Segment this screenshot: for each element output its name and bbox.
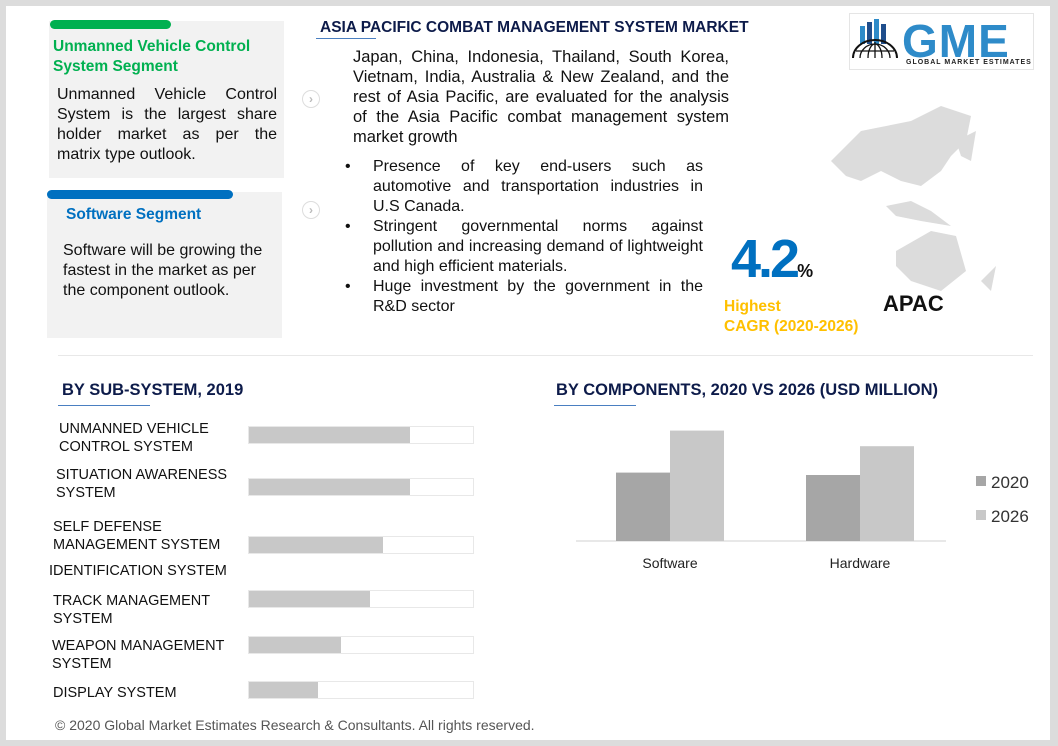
legend-swatch — [976, 476, 986, 486]
region-label: APAC — [883, 291, 944, 316]
subsystem-bar-track — [248, 426, 474, 444]
components-chart: Software Hardware 2020 2026 — [576, 430, 1029, 571]
chevron-right-icon: › — [302, 90, 320, 108]
segment-accent-bar — [47, 190, 233, 199]
subsystem-bar-track — [248, 536, 474, 554]
cagr-unit: % — [797, 261, 814, 281]
bullet-item: Huge investment by the government in the… — [341, 277, 703, 317]
cagr-number: 4.2 — [731, 229, 800, 289]
divider — [58, 405, 150, 406]
divider — [316, 38, 376, 39]
subsystem-bar — [249, 537, 384, 553]
bar-2026-software — [670, 430, 724, 541]
section-divider — [58, 355, 1033, 356]
subsystem-label: SITUATION AWARENESS SYSTEM — [56, 467, 228, 501]
segment-title: Software Segment — [66, 206, 202, 223]
subsystem-label: IDENTIFICATION SYSTEM — [49, 563, 227, 579]
main-title: ASIA PACIFIC COMBAT MANAGEMENT SYSTEM MA… — [320, 19, 749, 36]
subsystem-bar-track — [248, 681, 474, 699]
subsystem-bar — [249, 591, 370, 607]
footer: © 2020 Global Market Estimates Research … — [55, 717, 535, 733]
subsystem-chart-title: BY SUB-SYSTEM, 2019 — [62, 381, 244, 399]
segment-text: Software will be growing the fastest in … — [63, 242, 263, 299]
main-intro: Japan, China, Indonesia, Thailand, South… — [353, 48, 729, 146]
components-chart-title: BY COMPONENTS, 2020 VS 2026 (USD MILLION… — [556, 381, 939, 399]
bullet-list: Presence of key end-users such as automo… — [341, 157, 703, 317]
x-tick-label: Software — [642, 555, 697, 571]
segment-title: Unmanned Vehicle Control System Segment — [53, 38, 251, 75]
asia-pacific-map — [831, 106, 996, 291]
segment-accent-bar — [50, 20, 171, 29]
subsystem-label: TRACK MANAGEMENT SYSTEM — [53, 593, 210, 627]
legend-label: 2026 — [991, 507, 1029, 526]
legend-swatch — [976, 510, 986, 520]
bullet-item: Stringent governmental norms against pol… — [341, 217, 703, 277]
infographic: Unmanned Vehicle Control System Segment … — [6, 6, 1050, 740]
subsystem-label: DISPLAY SYSTEM — [53, 685, 177, 701]
bar-2020-hardware — [806, 475, 860, 541]
subsystem-bar — [249, 637, 341, 653]
cagr-label-line: CAGR (2020-2026) — [724, 318, 859, 335]
chevron-right-icon: › — [302, 201, 320, 219]
subsystem-label: SELF DEFENSE MANAGEMENT SYSTEM — [53, 519, 221, 553]
bar-2020-software — [616, 472, 670, 541]
subsystem-bar-track — [248, 478, 474, 496]
subsystem-bar — [249, 682, 319, 698]
cagr-label-line: Highest — [724, 298, 781, 315]
bar-2026-hardware — [860, 446, 914, 541]
subsystem-bar-track — [248, 590, 474, 608]
x-tick-label: Hardware — [830, 555, 891, 571]
logo-subtitle: GLOBAL MARKET ESTIMATES — [906, 59, 1032, 66]
segment-text: Unmanned Vehicle Control System is the l… — [57, 86, 277, 163]
gme-logo: GME GLOBAL MARKET ESTIMATES — [849, 13, 1034, 70]
legend-label: 2020 — [991, 473, 1029, 492]
subsystem-bar-track — [248, 636, 474, 654]
subsystem-bar — [249, 479, 411, 495]
subsystem-bar — [249, 427, 411, 443]
cagr-label: Highest CAGR (2020-2026) — [724, 297, 858, 337]
divider — [554, 405, 636, 406]
cagr-value: 4.2% — [731, 228, 813, 290]
subsystem-label: WEAPON MANAGEMENT SYSTEM — [52, 638, 225, 672]
bullet-item: Presence of key end-users such as automo… — [341, 157, 703, 217]
subsystem-label: UNMANNED VEHICLE CONTROL SYSTEM — [59, 421, 209, 455]
